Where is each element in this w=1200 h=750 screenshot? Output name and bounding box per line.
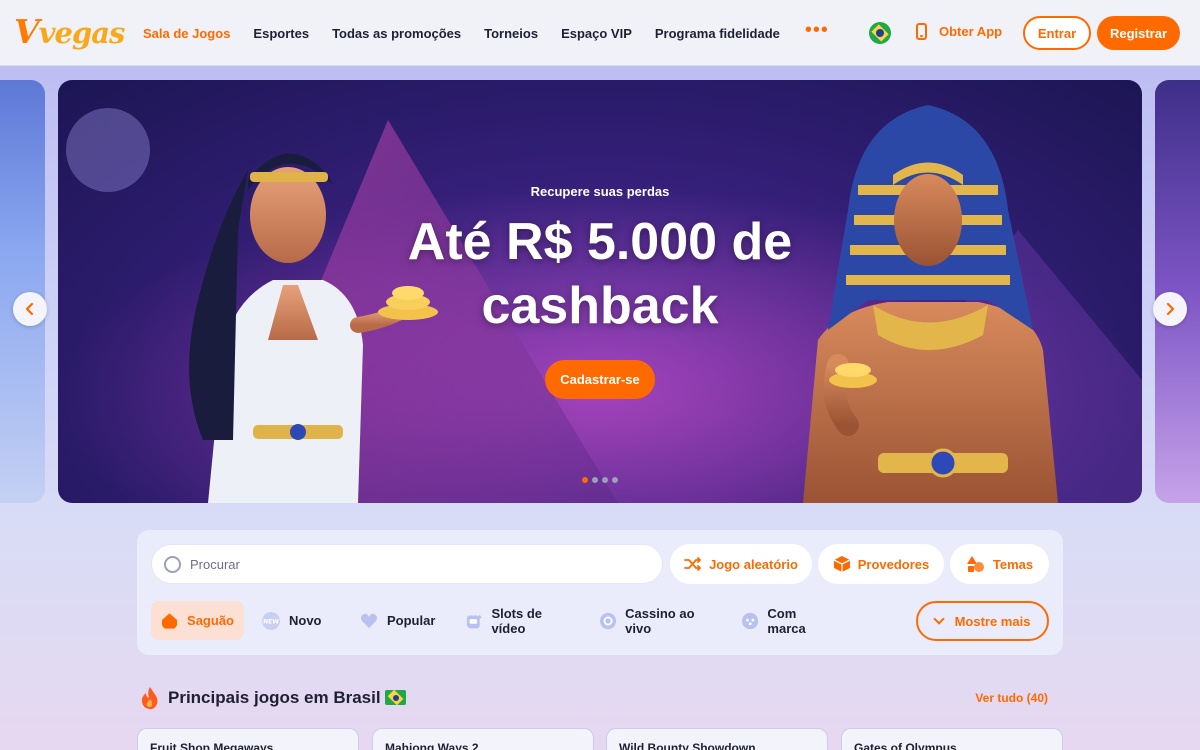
- random-game-label: Jogo aleatório: [709, 556, 798, 572]
- signup-cta-button[interactable]: Cadastrar-se: [545, 360, 655, 399]
- shapes-icon: [966, 556, 984, 572]
- banner-title-line2: cashback: [481, 277, 719, 335]
- previous-slide-preview[interactable]: [0, 80, 45, 503]
- nav-espaco-vip[interactable]: Espaço VIP: [561, 26, 632, 41]
- main-nav: Sala de Jogos Esportes Todas as promoçõe…: [143, 0, 829, 66]
- chevron-down-icon: [932, 613, 945, 625]
- register-button[interactable]: Registrar: [1097, 16, 1180, 50]
- tab-label: Novo: [289, 613, 322, 628]
- game-card[interactable]: Fruit Shop Megaways: [137, 728, 359, 750]
- top-games-header: Principais jogos em Brasil Ver tudo (40): [140, 686, 1050, 710]
- game-card[interactable]: Mahjong Ways 2: [372, 728, 594, 750]
- game-card[interactable]: Gates of Olympus: [841, 728, 1063, 750]
- carousel-dot[interactable]: [582, 477, 588, 483]
- carousel-dots: [582, 477, 622, 483]
- tab-label: Com marca: [767, 605, 806, 636]
- chevron-left-icon: [25, 303, 34, 315]
- nav-promocoes[interactable]: Todas as promoções: [332, 26, 461, 41]
- tab-com-marca[interactable]: Com marca: [732, 601, 842, 640]
- game-title: Fruit Shop Megaways: [150, 741, 274, 750]
- show-more-button[interactable]: Mostre mais: [916, 601, 1049, 641]
- promo-banner[interactable]: Recupere suas perdas Até R$ 5.000 de cas…: [58, 80, 1142, 503]
- get-app-label: Obter App: [939, 24, 1003, 39]
- game-title: Gates of Olympus: [854, 741, 957, 750]
- nav-programa-fidelidade[interactable]: Programa fidelidade: [655, 26, 780, 41]
- carousel-dot[interactable]: [602, 477, 608, 483]
- shuffle-icon: [684, 557, 701, 571]
- fire-icon: [141, 687, 158, 710]
- more-menu-icon[interactable]: •••: [805, 20, 829, 40]
- tab-slots-de-video[interactable]: Slots de vídeo: [456, 601, 582, 640]
- slot-machine-icon: [466, 614, 483, 628]
- section-title: Principais jogos em Brasil: [168, 688, 381, 707]
- tab-label: Cassino ao vivo: [625, 605, 695, 636]
- nav-esportes[interactable]: Esportes: [253, 26, 309, 41]
- get-app-button[interactable]: Obter App: [916, 23, 1002, 40]
- search-box[interactable]: [151, 544, 663, 584]
- search-icon: [164, 555, 181, 573]
- svg-text:NEW: NEW: [263, 618, 279, 625]
- login-button[interactable]: Entrar: [1023, 16, 1091, 50]
- themes-button[interactable]: Temas: [950, 544, 1049, 584]
- tab-saguao[interactable]: Saguão: [151, 601, 244, 640]
- banner-kicker: Recupere suas perdas: [530, 184, 670, 199]
- carousel-dot[interactable]: [612, 477, 618, 483]
- tab-label: Saguão: [187, 613, 234, 628]
- box-icon: [833, 556, 851, 572]
- game-filter-panel: Jogo aleatório Provedores Temas Saguão N…: [137, 530, 1063, 655]
- next-slide-preview[interactable]: [1155, 80, 1200, 503]
- tab-cassino-ao-vivo[interactable]: Cassino ao vivo: [590, 601, 724, 640]
- providers-label: Provedores: [857, 556, 930, 572]
- live-chip-icon: [600, 612, 617, 629]
- game-title: Mahjong Ways 2: [385, 741, 479, 750]
- home-icon: [161, 612, 178, 629]
- search-input[interactable]: [190, 556, 630, 572]
- carousel-next-button[interactable]: [1153, 292, 1187, 326]
- banner-title-line1: Até R$ 5.000 de: [407, 213, 793, 271]
- show-more-label: Mostre mais: [954, 613, 1031, 629]
- random-game-button[interactable]: Jogo aleatório: [670, 544, 812, 584]
- tab-novo[interactable]: NEW Novo: [252, 601, 342, 640]
- category-tabs: Saguão NEW Novo Popular Slots de vídeo C…: [151, 601, 850, 640]
- carousel-prev-button[interactable]: [13, 292, 47, 326]
- gamepad-icon: [742, 612, 759, 629]
- tab-label: Popular: [387, 613, 436, 628]
- see-all-link[interactable]: Ver tudo (40): [975, 691, 1048, 705]
- new-badge-icon: NEW: [262, 611, 280, 630]
- tab-label: Slots de vídeo: [491, 605, 543, 636]
- nav-sala-de-jogos[interactable]: Sala de Jogos: [143, 26, 230, 41]
- chevron-right-icon: [1166, 303, 1175, 315]
- brazil-flag-icon: [385, 690, 406, 705]
- heart-icon: [360, 613, 378, 628]
- brazil-flag-icon[interactable]: [869, 22, 891, 44]
- tab-popular[interactable]: Popular: [350, 601, 448, 640]
- vvegas-logo[interactable]: Vvegas: [14, 12, 125, 51]
- nav-torneios[interactable]: Torneios: [484, 26, 538, 41]
- carousel-dot[interactable]: [592, 477, 598, 483]
- top-header: Vvegas Sala de Jogos Esportes Todas as p…: [0, 0, 1200, 66]
- providers-button[interactable]: Provedores: [818, 544, 944, 584]
- phone-icon: [916, 23, 927, 40]
- game-card[interactable]: Wild Bounty Showdown: [606, 728, 828, 750]
- game-title: Wild Bounty Showdown: [619, 741, 756, 750]
- themes-label: Temas: [992, 556, 1034, 572]
- banner-title: Até R$ 5.000 de cashback: [58, 210, 1142, 338]
